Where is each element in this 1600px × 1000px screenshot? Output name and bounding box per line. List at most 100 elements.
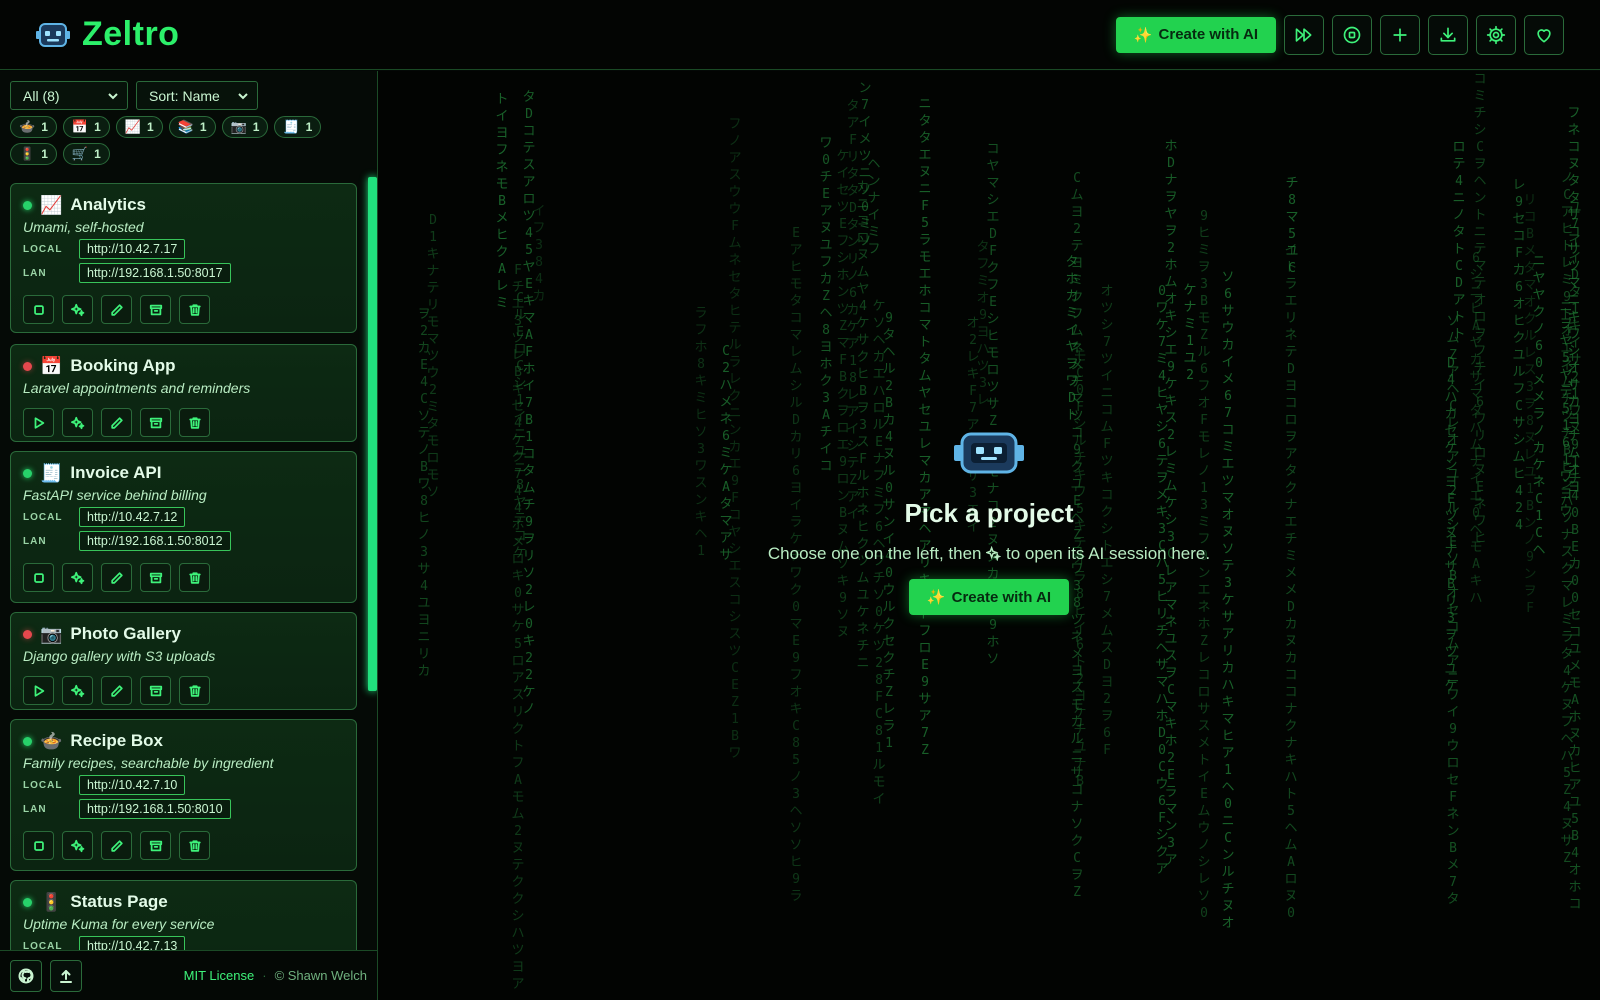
chip-count: 1 (199, 120, 207, 134)
sponsor-button[interactable] (1524, 14, 1564, 55)
matrix-rain-column: チ 8 マ 5 ユ C (1285, 176, 1299, 276)
edit-button[interactable] (101, 831, 132, 860)
github-button[interactable] (10, 959, 42, 992)
chip-books[interactable]: 📚 1 (168, 116, 216, 138)
local-url-link[interactable]: http://10.42.7.17 (79, 239, 186, 259)
traffic-light-icon: 🚦 (19, 146, 36, 161)
ai-session-button[interactable] (62, 563, 93, 592)
main-panel: タ フ ミ オ 9 ヨ ハ ツ 3 レ コ ヤ マ シ エ D F ク フ E … (378, 71, 1600, 1000)
chip-recipe[interactable]: 🍲 1 (10, 116, 57, 138)
stop-button[interactable] (23, 295, 54, 324)
add-project-button[interactable] (1380, 14, 1420, 55)
pot-of-food-icon: 🍲 (19, 119, 36, 134)
pencil-icon (110, 684, 123, 697)
archive-icon (149, 304, 162, 315)
project-card-photo-gallery[interactable]: 📷 Photo Gallery Django gallery with S3 u… (10, 612, 357, 710)
project-title: Booking App (70, 356, 176, 375)
ai-session-button[interactable] (62, 408, 93, 437)
matrix-rain-column: タ D コ テ ス ア ロ ツ 4 5 ヤ E キ マ A F ホ イ 7 B … (522, 90, 536, 717)
create-with-ai-button[interactable]: ✨ Create with AI (1115, 16, 1276, 53)
ai-session-button[interactable] (62, 295, 93, 324)
chip-cart[interactable]: 🛒 1 (62, 143, 110, 165)
archive-button[interactable] (140, 563, 171, 592)
app-title: Zeltro (82, 15, 180, 53)
sparkles-icon (70, 416, 84, 429)
create-with-ai-label: Create with AI (1158, 26, 1258, 43)
stop-all-button[interactable] (1332, 14, 1372, 55)
start-button[interactable] (23, 408, 54, 437)
archive-button[interactable] (140, 676, 171, 705)
project-description: Uptime Kuma for every service (23, 916, 215, 932)
header-actions: ✨ Create with AI (1115, 14, 1564, 55)
import-button[interactable] (1428, 14, 1468, 55)
settings-button[interactable] (1476, 14, 1516, 55)
chip-count: 1 (146, 120, 154, 134)
delete-button[interactable] (179, 563, 210, 592)
archive-button[interactable] (140, 831, 171, 860)
project-card-analytics[interactable]: 📈 Analytics Umami, self-hosted LOCAL http… (10, 183, 357, 333)
shopping-cart-icon: 🛒 (71, 146, 89, 161)
project-sidebar: All (8) Sort: Name 🍲 1 📅 1 📈 1 📚 1 📷 1 🧾 1 🚦 1 … (0, 71, 378, 1000)
chip-camera[interactable]: 📷 1 (221, 116, 269, 138)
trash-icon (188, 303, 201, 316)
calendar-icon: 📅 (40, 355, 63, 376)
license-link[interactable]: MIT License (184, 968, 255, 983)
lan-url-link[interactable]: http://192.168.1.50:8010 (79, 799, 231, 819)
brand[interactable]: Zeltro (36, 15, 179, 54)
delete-button[interactable] (179, 408, 210, 437)
play-icon (34, 416, 44, 429)
category-chips: 🍲 1 📅 1 📈 1 📚 1 📷 1 🧾 1 🚦 1 🛒 1 (10, 116, 360, 165)
chip-traffic-light[interactable]: 🚦 1 (10, 143, 57, 165)
sidebar-scrollbar[interactable] (368, 177, 377, 691)
local-url-link[interactable]: http://10.42.7.10 (79, 775, 186, 795)
start-all-button[interactable] (1284, 14, 1324, 55)
camera-icon: 📷 (230, 119, 247, 134)
receipt-icon: 🧾 (40, 462, 63, 483)
edit-button[interactable] (101, 563, 132, 592)
edit-button[interactable] (101, 676, 132, 705)
chip-calendar[interactable]: 📅 1 (62, 116, 110, 138)
delete-button[interactable] (179, 676, 210, 705)
chip-chart[interactable]: 📈 1 (115, 116, 163, 138)
local-label: LOCAL (23, 511, 63, 523)
project-card-booking-app[interactable]: 📅 Booking App Laravel appointments and r… (10, 344, 357, 442)
pencil-icon (110, 571, 123, 584)
matrix-rain-column: ニ タ タ エ ヌ ニ F 5 ラ モ エ ホ コ マ ト タ ム ヤ セ ユ … (918, 97, 932, 758)
project-title: Invoice API (70, 463, 162, 482)
delete-button[interactable] (179, 831, 210, 860)
copyright-text: © Shawn Welch (274, 968, 367, 983)
project-card-invoice-api[interactable]: 🧾 Invoice API FastAPI service behind bil… (10, 451, 357, 603)
matrix-rain-column: ワ 0 チ E ア ヌ ユ フ カ Z ヘ 8 ヨ ホ ク 3 A チ イ コ (819, 136, 833, 474)
project-card-recipe-box[interactable]: 🍲 Recipe Box Family recipes, searchable … (10, 719, 357, 871)
lan-url-link[interactable]: http://192.168.1.50:8012 (79, 531, 231, 551)
ai-session-button[interactable] (62, 831, 93, 860)
delete-button[interactable] (179, 295, 210, 324)
calendar-icon: 📅 (71, 119, 89, 134)
edit-button[interactable] (101, 408, 132, 437)
archive-button[interactable] (140, 408, 171, 437)
empty-state-create-button[interactable]: ✨ Create with AI (908, 579, 1070, 615)
empty-state-subtitle-start: Choose one on the left, then (767, 544, 982, 563)
local-url-link[interactable]: http://10.42.7.12 (79, 507, 186, 527)
footer-credits: MIT License · © Shawn Welch (184, 968, 367, 983)
plus-icon (1393, 27, 1407, 42)
lan-url-link[interactable]: http://192.168.1.50:8017 (79, 263, 231, 283)
local-label: LOCAL (23, 243, 63, 255)
category-select[interactable]: All (8) (10, 81, 128, 110)
sort-select[interactable]: Sort: Name (136, 81, 258, 110)
traffic-light-icon: 🚦 (40, 891, 63, 912)
ai-session-button[interactable] (62, 676, 93, 705)
matrix-rain-column: ケ ナ ミ 1 ユ 2 (1183, 283, 1197, 383)
chip-receipt[interactable]: 🧾 1 (274, 116, 322, 138)
stop-button[interactable] (23, 563, 54, 592)
edit-button[interactable] (101, 295, 132, 324)
robot-icon (954, 432, 1024, 474)
chip-count: 1 (252, 120, 260, 134)
archive-button[interactable] (140, 295, 171, 324)
trash-icon (188, 684, 201, 697)
stop-button[interactable] (23, 831, 54, 860)
status-running-dot (23, 200, 32, 210)
upload-button[interactable] (50, 959, 82, 992)
pencil-icon (110, 303, 123, 316)
start-button[interactable] (23, 676, 54, 705)
